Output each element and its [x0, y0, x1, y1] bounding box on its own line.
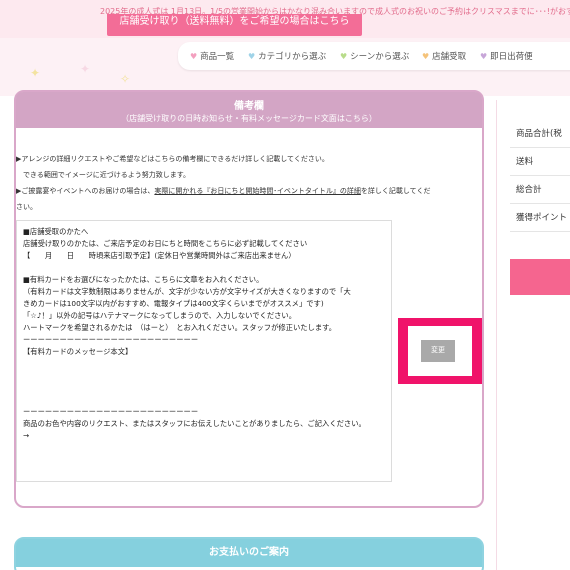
nav-label: シーンから選ぶ [350, 52, 410, 62]
remarks-panel: 備考欄 （店舗受け取りの日時お知らせ・有料メッセージカード文面はこちら） ▶アレ… [14, 90, 484, 508]
remarks-note: ▶ご披露宴やイベントへのお届けの場合は、実際に開かれる『お日にちと開始時間･イベ… [16, 186, 476, 197]
order-summary: 商品合計(税 送料 総合計 獲得ポイント [510, 120, 570, 232]
heart-icon: ♥ [480, 52, 488, 61]
memo-line: （有料カードは文字数制限はありませんが、文字が少ない方が文字サイズが大きくなりま… [23, 287, 351, 296]
memo-line [23, 382, 385, 394]
summary-subtotal: 商品合計(税 [510, 120, 570, 148]
nav-item-scene[interactable]: ♥ シーンから選ぶ [340, 50, 409, 62]
payment-title: お支払いのご案内 [16, 539, 482, 567]
main-nav: ♥ 商品一覧 ♥ カテゴリから選ぶ ♥ シーンから選ぶ ♥ 店舗受取 ♥ 即日出荷便 [178, 42, 570, 70]
memo-line: ハートマークを希望されるかたは （はーと） とお入れください。スタッフが修正いた… [23, 323, 337, 332]
remarks-subtitle: （店舗受け取りの日時お知らせ・有料メッセージカード文面はこちら） [121, 114, 377, 123]
memo-line: ーーーーーーーーーーーーーーーーーーーーーーーー [23, 335, 199, 344]
nav-item-store-pickup[interactable]: ♥ 店舗受取 [422, 50, 466, 62]
remarks-textarea[interactable]: ■店舗受取のかたへ 店舗受け取りのかたは、ご来店予定のお日にちと時間をこちらに必… [16, 220, 392, 482]
remarks-header: 備考欄 （店舗受け取りの日時お知らせ・有料メッセージカード文面はこちら） [16, 92, 482, 128]
remarks-note: さい。 [16, 203, 37, 211]
divider [496, 100, 497, 570]
change-button-highlight: 変更 [398, 318, 482, 384]
nav-label: 商品一覧 [200, 52, 235, 62]
change-button-area: 変更 [408, 326, 472, 376]
memo-line: きめカードは100文字以内がおすすめ、電報タイプは400文字くらいまでがオススメ… [23, 299, 324, 308]
summary-total: 総合計 [510, 176, 570, 204]
nav-item-category[interactable]: ♥ カテゴリから選ぶ [248, 50, 326, 62]
note-emphasis: 実際に開かれる『お日にちと開始時間･イベントタイトル』の詳細 [154, 187, 361, 195]
note-text: ▶ご披露宴やイベントへのお届けの場合は、 [16, 187, 155, 195]
memo-line: → [23, 431, 30, 440]
memo-line [23, 370, 385, 382]
heart-icon: ♥ [422, 52, 430, 61]
sparkle-icon: ✦ [80, 62, 91, 76]
summary-shipping: 送料 [510, 148, 570, 176]
memo-line [23, 262, 385, 274]
payment-panel: お支払いのご案内 [14, 537, 484, 570]
order-submit-button[interactable] [510, 259, 570, 295]
memo-line: 【有料カードのメッセージ本文】 [23, 347, 133, 356]
sparkle-icon: ✧ [120, 72, 131, 86]
memo-line: ■有料カードをお選びになったかたは、こちらに文章をお入れください。 [23, 275, 264, 284]
heart-icon: ♥ [190, 52, 198, 61]
nav-label: カテゴリから選ぶ [258, 52, 327, 62]
memo-line [23, 394, 385, 406]
nav-area: ✦ ✦ ✧ ♥ 商品一覧 ♥ カテゴリから選ぶ ♥ シーンから選ぶ ♥ 店舗受取 ♥ 即日… [0, 38, 570, 96]
store-pickup-banner[interactable]: 店舗受け取り（送料無料）をご希望の場合はこちら [107, 14, 362, 36]
memo-line: ーーーーーーーーーーーーーーーーーーーーーーーー [23, 407, 199, 416]
nav-label: 店舗受取 [432, 52, 467, 62]
remarks-title: 備考欄 [234, 101, 264, 112]
memo-line: 【 月 日 時頃来店引取予定】(定休日や営業時間外はご来店出来ません） [23, 251, 296, 260]
nav-label: 即日出荷便 [490, 52, 533, 62]
nav-item-same-day[interactable]: ♥ 即日出荷便 [480, 50, 533, 62]
memo-line: 「☆♪！」以外の記号はハテナマークになってしまうので、入力しないでください。 [23, 311, 297, 320]
announcement-bar: 2025年の成人式は 1月13日。1/5の営業開始からはかなり混み合いますので成… [0, 0, 570, 38]
heart-icon: ♥ [248, 52, 256, 61]
remarks-note: できる範囲でイメージに近づけるよう努力致します。 [16, 171, 191, 179]
summary-points: 獲得ポイント [510, 204, 570, 232]
memo-line: 店舗受け取りのかたは、ご来店予定のお日にちと時間をこちらに必ず記載してください [23, 239, 308, 248]
change-button[interactable]: 変更 [421, 340, 455, 362]
nav-item-products[interactable]: ♥ 商品一覧 [190, 50, 234, 62]
memo-line: 商品のお色や内容のリクエスト、またはスタッフにお伝えしたいことがありましたら、ご… [23, 419, 366, 428]
memo-line: ■店舗受取のかたへ [23, 227, 89, 236]
heart-icon: ♥ [340, 52, 348, 61]
memo-line [23, 358, 385, 370]
note-text: を詳しく記載してくだ [360, 187, 431, 195]
sparkle-icon: ✦ [30, 66, 41, 80]
remarks-note: ▶アレンジの詳細リクエストやご希望などはこちらの備考欄にできるだけ詳しく記載して… [16, 155, 329, 163]
